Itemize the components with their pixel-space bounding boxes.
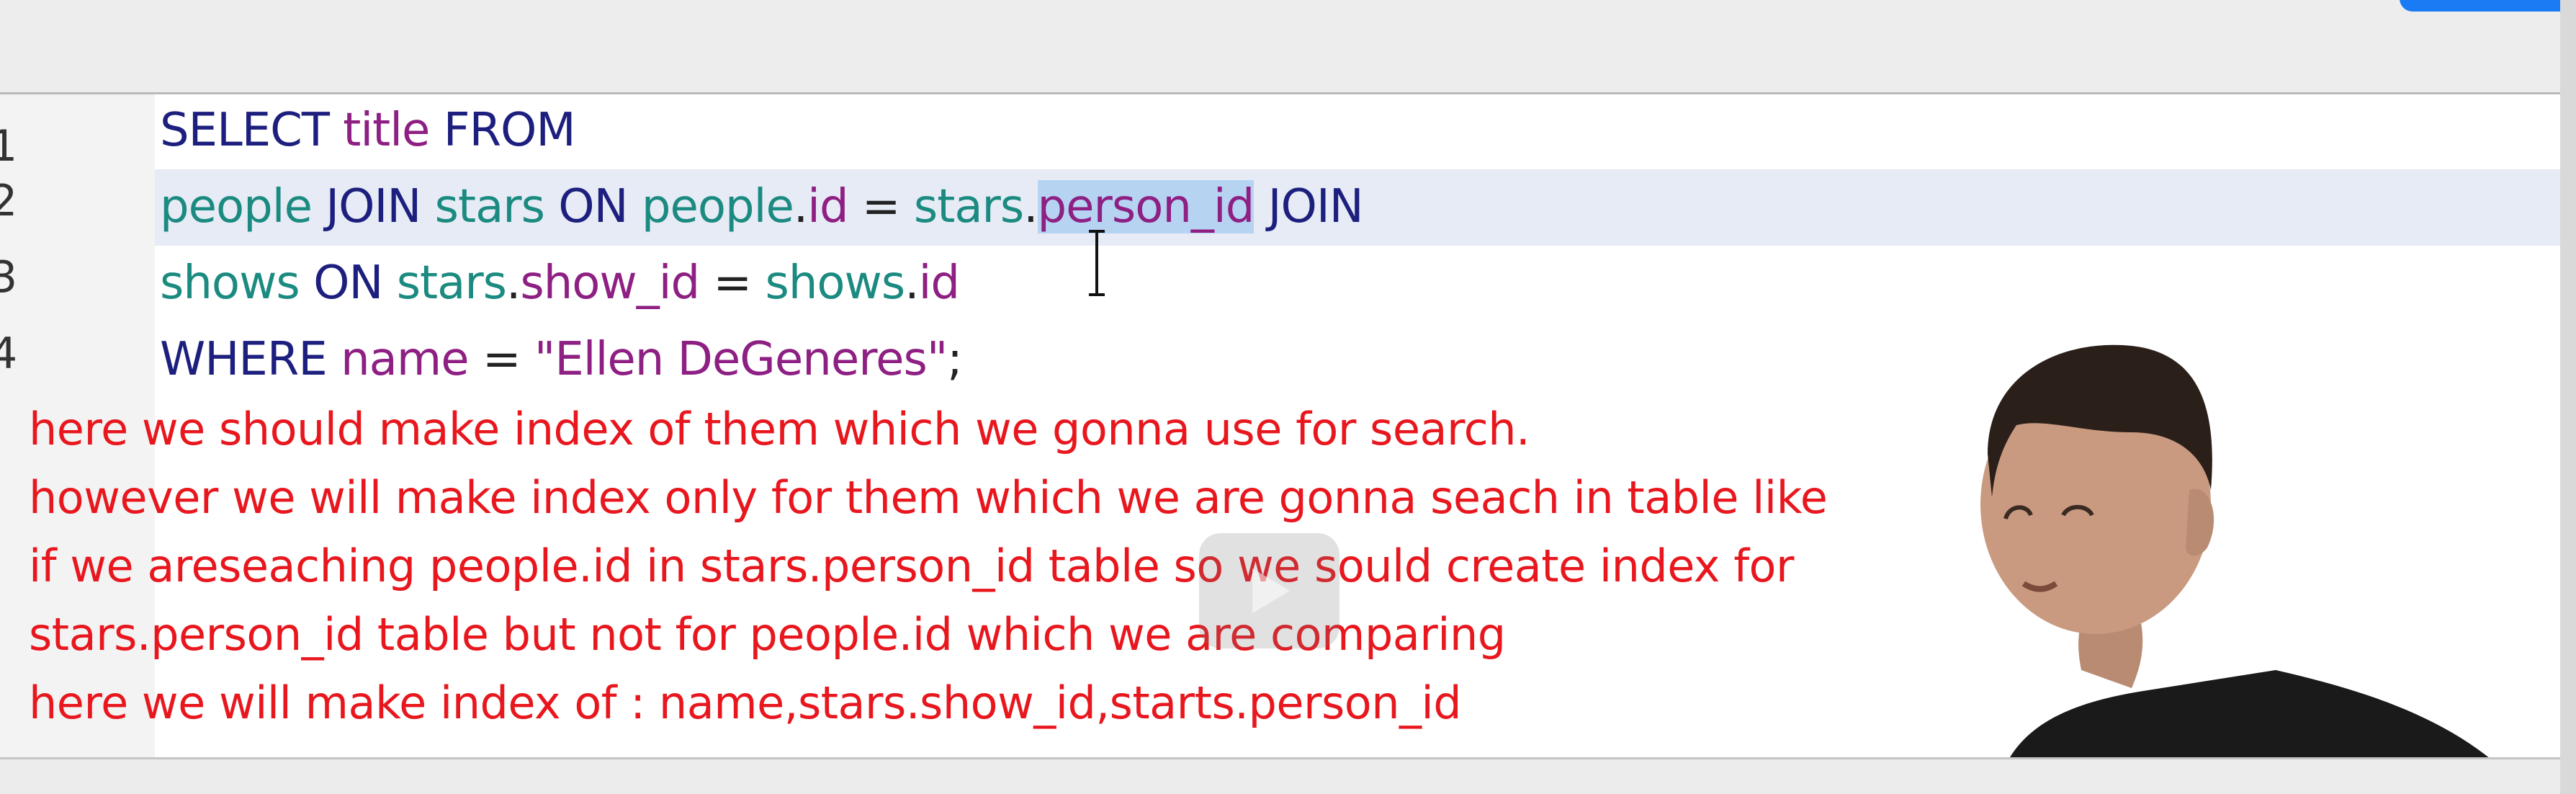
code-line[interactable]: people JOIN stars ON people.id = stars.p… xyxy=(160,171,1364,243)
note-line: however we will make index only for them… xyxy=(29,471,1828,524)
notes-overlay: here we should make index of them which … xyxy=(29,395,1973,737)
code-token: "Ellen DeGeneres" xyxy=(534,333,948,386)
selected-token: person_id xyxy=(1037,180,1255,233)
status-bar xyxy=(0,757,2576,794)
code-token: = xyxy=(699,257,766,310)
line-number: 1 xyxy=(0,121,18,171)
code-token: . xyxy=(905,257,919,310)
note-line: here we should make index of them which … xyxy=(29,403,1530,455)
code-line[interactable]: shows ON stars.show_id = shows.id xyxy=(160,247,960,319)
code-token: title xyxy=(343,104,430,157)
code-token: stars xyxy=(434,180,545,233)
code-token: . xyxy=(506,257,521,310)
code-token: = xyxy=(848,180,914,233)
code-token: FROM xyxy=(443,104,576,157)
code-token: JOIN xyxy=(326,180,421,233)
window-edge xyxy=(2560,0,2576,794)
code-token: ON xyxy=(558,180,628,233)
code-token: people xyxy=(641,180,794,233)
code-token: show_id xyxy=(520,257,700,310)
code-line[interactable]: SELECT title FROM xyxy=(160,94,576,166)
code-token: SELECT xyxy=(160,104,330,157)
code-token: = xyxy=(468,333,534,386)
line-number: 2 xyxy=(0,176,18,226)
code-token: ; xyxy=(947,333,963,386)
code-token: . xyxy=(1023,180,1038,233)
code-token: people xyxy=(160,180,313,233)
presenter-video xyxy=(1980,344,2528,794)
code-token: shows xyxy=(160,257,300,310)
code-token: id xyxy=(807,180,848,233)
run-button[interactable] xyxy=(2400,0,2576,12)
play-icon xyxy=(1252,568,1290,613)
code-token: ON xyxy=(313,257,383,310)
i-beam-cursor-icon xyxy=(1089,230,1105,296)
code-token: stars xyxy=(913,180,1024,233)
code-token: JOIN xyxy=(1267,180,1364,233)
code-token: . xyxy=(793,180,808,233)
code-token: shows xyxy=(765,257,905,310)
toolbar xyxy=(0,0,2576,94)
code-token: stars xyxy=(396,257,507,310)
code-token: WHERE xyxy=(160,333,328,386)
code-token: id xyxy=(918,257,960,310)
video-play-button[interactable] xyxy=(1199,533,1339,648)
note-line: if we areseaching people.id in stars.per… xyxy=(29,540,1794,592)
screen: 1 2 3 4 SELECT title FROM people JOIN st… xyxy=(0,0,2576,794)
note-line: stars.person_id table but not for people… xyxy=(29,608,1506,661)
code-token: name xyxy=(341,333,469,386)
line-number: 3 xyxy=(0,252,18,303)
note-line: here we will make index of : name,stars.… xyxy=(29,677,1462,729)
code-line[interactable]: WHERE name = "Ellen DeGeneres"; xyxy=(160,324,963,396)
line-number: 4 xyxy=(0,329,18,379)
